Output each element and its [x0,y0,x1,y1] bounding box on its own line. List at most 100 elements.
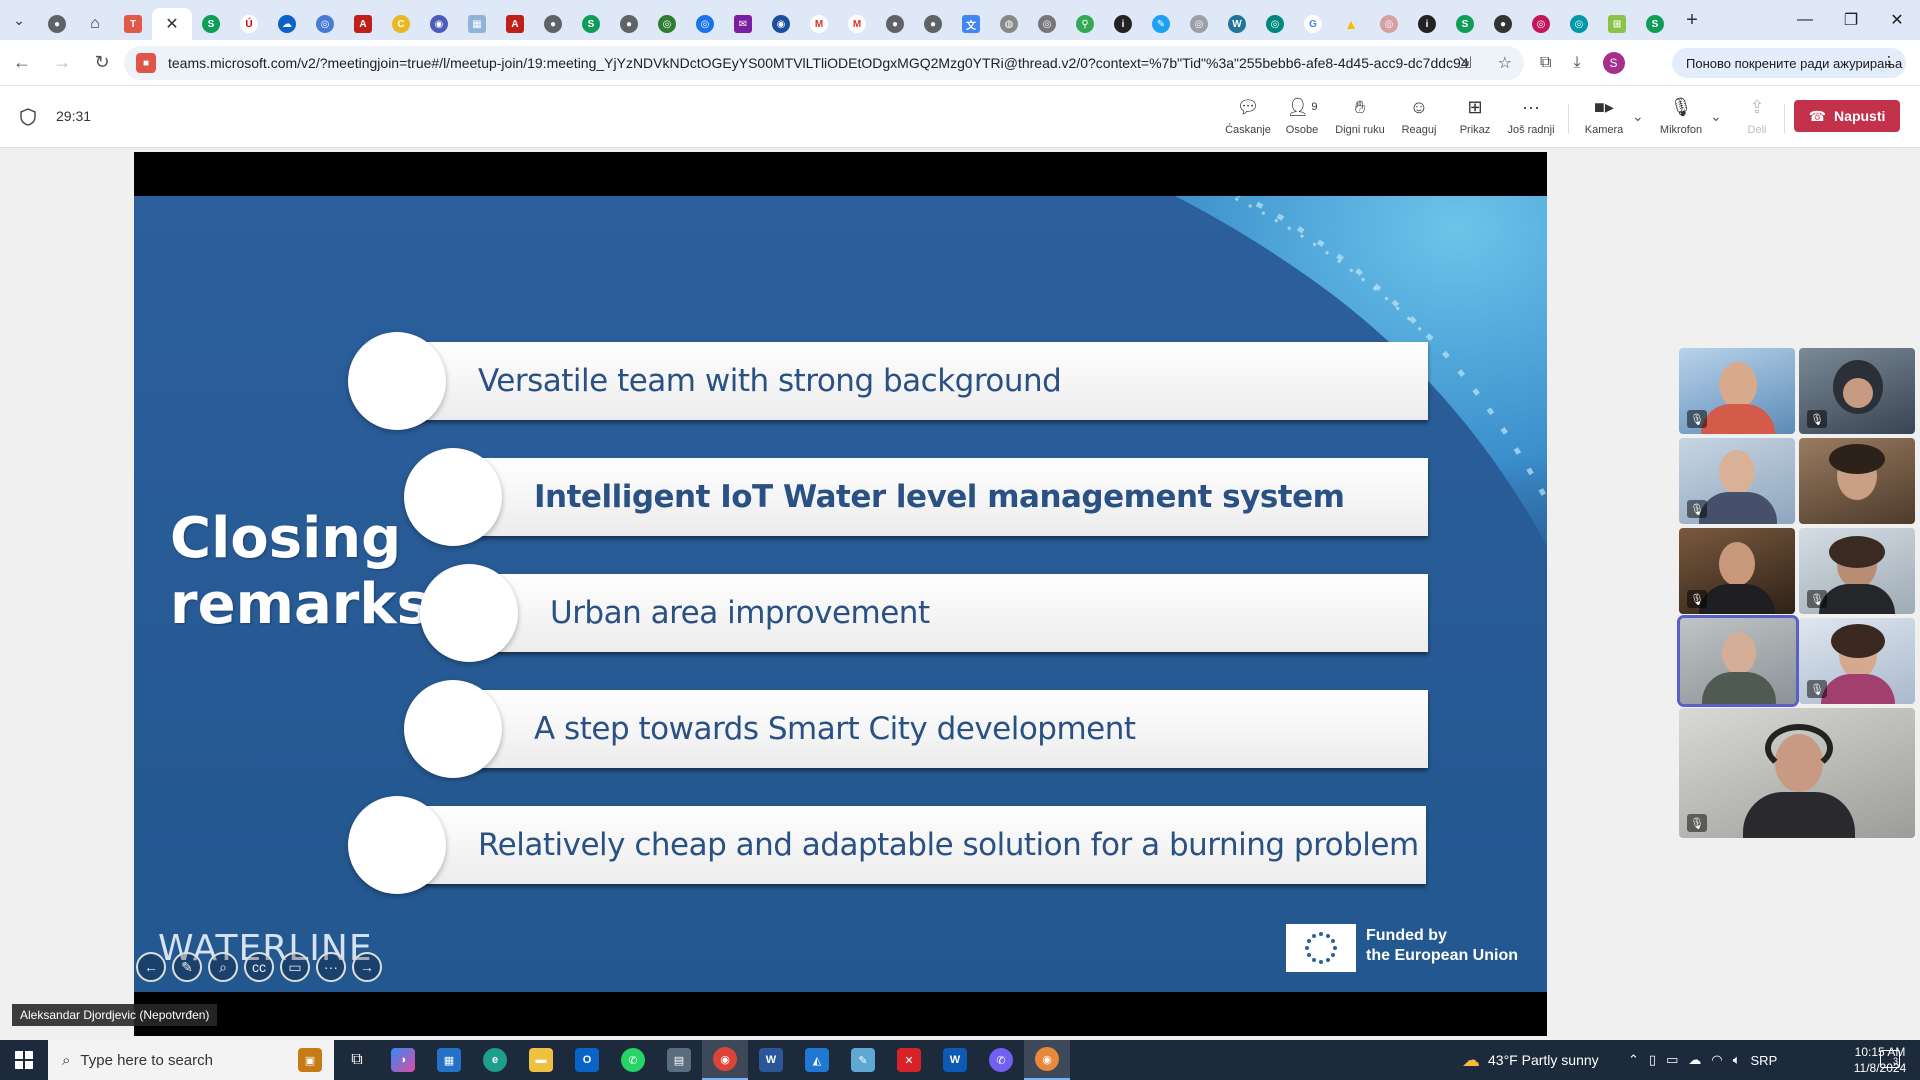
participant-tile[interactable]: 🎙︎ [1679,438,1795,524]
captions-icon[interactable]: cc [244,952,274,982]
browser-tab[interactable]: ◎ [1522,8,1560,40]
browser-tab[interactable]: ◉ [420,8,458,40]
participant-tile[interactable]: 🎙︎ [1679,708,1915,838]
microphone-button[interactable]: 🎙︎ Mikrofon [1651,96,1711,137]
browser-tab[interactable]: ◉ [762,8,800,40]
new-tab-plus-icon[interactable]: + [1674,0,1710,40]
minimize-icon[interactable]: — [1782,0,1828,40]
cloud-icon[interactable]: ☁ [1688,1052,1701,1068]
browser-tab[interactable]: ⚲ [1066,8,1104,40]
calculator-icon[interactable]: ▤ [656,1040,702,1080]
browser-tab[interactable]: ● [1484,8,1522,40]
forward-arrow-icon[interactable]: → [44,45,80,81]
app-w-icon[interactable]: W [932,1040,978,1080]
participant-tile[interactable] [1799,438,1915,524]
browser-tab[interactable]: S [192,8,230,40]
browser-tab[interactable]: ✉ [724,8,762,40]
speaker-icon[interactable]: 🔈︎ [1733,1052,1741,1068]
bookmark-star-icon[interactable]: ☆ [1498,53,1512,73]
outlook-icon[interactable]: O [564,1040,610,1080]
browser-tab[interactable]: S [1636,8,1674,40]
people-button[interactable]: 👤︎ 9 Osobe [1272,96,1332,137]
edge-icon[interactable]: e [472,1040,518,1080]
browser-tab[interactable]: ◎ [1370,8,1408,40]
screen-icon[interactable]: ▭ [280,952,310,982]
browser-tab[interactable]: ◎ [1256,8,1294,40]
browser-tab[interactable]: ◎ [648,8,686,40]
browser-tab[interactable]: C [382,8,420,40]
profile-avatar[interactable]: S [1602,52,1625,74]
close-icon[interactable]: ✕ [165,14,178,34]
url-text[interactable]: teams.microsoft.com/v2/?meetingjoin=true… [168,55,1468,71]
raise-hand-button[interactable]: ✋︎ Digni ruku [1330,96,1390,137]
wifi-icon[interactable]: ◠ [1711,1052,1722,1068]
browser-tab[interactable]: G [1294,8,1332,40]
participant-tile[interactable]: 🎙︎ [1679,348,1795,434]
photos-icon[interactable]: ◭ [794,1040,840,1080]
browser-tab[interactable]: ▦ [458,8,496,40]
address-bar[interactable]: ■ teams.microsoft.com/v2/?meetingjoin=tr… [124,46,1524,80]
tab-search-chevron-icon[interactable]: ⌄ [0,0,38,40]
participant-tile[interactable]: 🎙︎ [1799,618,1915,704]
browser-tab[interactable]: ● [38,8,76,40]
browser-tab[interactable]: ✎ [1142,8,1180,40]
update-button[interactable]: Поново покрените ради ажурирања ⋮ [1672,48,1906,78]
browser-tab[interactable]: Ú [230,8,268,40]
browser-tab[interactable]: ◍ [990,8,1028,40]
browser-tab[interactable]: M [800,8,838,40]
browser-tab[interactable]: A [496,8,534,40]
battery-icon[interactable]: ▭ [1666,1052,1678,1068]
browser-tab[interactable]: 文 [952,8,990,40]
browser-tab[interactable]: ◎ [1028,8,1066,40]
browser-tab[interactable]: S [572,8,610,40]
browser-tab[interactable]: M [838,8,876,40]
extensions-icon[interactable]: ⧉ [1540,54,1551,72]
browser-tab[interactable]: ● [534,8,572,40]
browser-tab[interactable]: ◎ [686,8,724,40]
browser-tab[interactable]: ⊞ [1598,8,1636,40]
participant-tile-active-speaker[interactable] [1677,615,1799,707]
mic-options-chevron-icon[interactable]: ⌄ [1710,108,1722,125]
chrome-taskbar-icon[interactable]: ◉ [702,1040,748,1080]
participant-tile[interactable]: 🎙︎ [1679,528,1795,614]
browser-tab-active[interactable]: ✕ [152,8,192,40]
camera-options-chevron-icon[interactable]: ⌄ [1632,108,1644,125]
next-slide-icon[interactable]: → [352,952,382,982]
browser-tab[interactable]: ◎ [306,8,344,40]
browser-tab[interactable]: i [1408,8,1446,40]
close-window-icon[interactable]: ✕ [1874,0,1920,40]
device-icon[interactable]: ▯ [1649,1052,1656,1068]
app-red-icon[interactable]: ✕ [886,1040,932,1080]
browser-tab[interactable]: ▲ [1332,8,1370,40]
task-view-icon[interactable]: ⧉ [334,1040,380,1080]
browser-tab[interactable]: S [1446,8,1484,40]
notification-center-icon[interactable]: 3 [1880,1050,1900,1068]
download-icon[interactable]: ⤓ [1573,54,1580,72]
paint-icon[interactable]: ✎ [840,1040,886,1080]
zoom-icon[interactable]: ⌕ [208,952,238,982]
browser-tab[interactable]: ☁ [268,8,306,40]
chat-button[interactable]: 💬︎ Ćaskanje [1218,96,1278,137]
restore-icon[interactable]: ❐ [1828,0,1874,40]
browser-tab[interactable]: ⌂ [76,8,114,40]
browser-tab[interactable]: ● [876,8,914,40]
more-vertical-icon[interactable]: ⋮ [1882,53,1896,70]
install-app-icon[interactable]: ⇲ [1458,53,1471,73]
reload-icon[interactable]: ↻ [84,45,120,81]
weather-widget[interactable]: ☁ 43°F Partly sunny [1462,1040,1599,1080]
browser-tab[interactable]: ◎ [1180,8,1218,40]
browser-tab[interactable]: ◎ [1560,8,1598,40]
react-button[interactable]: ☺ Reaguj [1389,96,1449,137]
back-arrow-icon[interactable]: ← [4,45,40,81]
browser-tab[interactable]: ● [610,8,648,40]
language-indicator[interactable]: SRP [1751,1053,1778,1068]
store-icon[interactable]: ▦ [426,1040,472,1080]
whatsapp-icon[interactable]: ✆ [610,1040,656,1080]
camera-button[interactable]: ■▸ Kamera [1574,96,1634,137]
share-button[interactable]: ⇪ Deli [1727,96,1787,137]
more-options-icon[interactable]: ··· [316,952,346,982]
participant-tile[interactable]: 🎙︎ [1799,528,1915,614]
view-button[interactable]: ⊞ Prikaz [1445,96,1505,137]
chrome-profile-icon[interactable]: ◉ [1024,1040,1070,1080]
more-actions-button[interactable]: ··· Još radnji [1501,96,1561,137]
